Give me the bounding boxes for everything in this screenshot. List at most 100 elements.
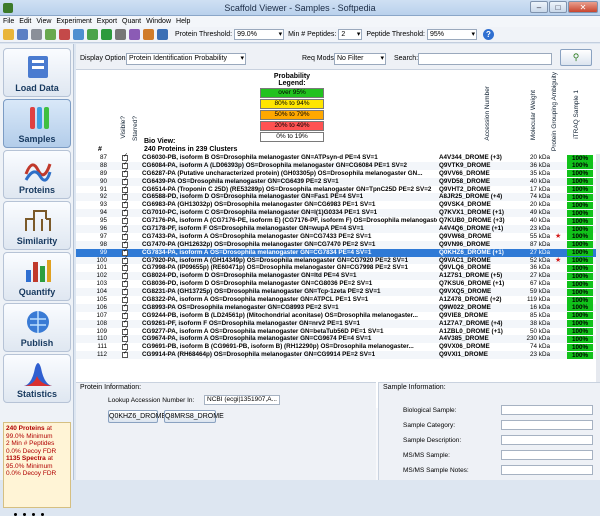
table-row[interactable]: 89 CG6287-PA (Putative uncharacterized pr… [76,169,596,178]
nav-quantify[interactable]: Quantify [3,252,71,301]
protein-threshold-select[interactable]: 99.0% [234,29,285,40]
menu-edit[interactable]: Edit [19,18,31,25]
req-mods-select[interactable]: No Filter [334,53,386,65]
protein-icon[interactable] [143,29,154,40]
accession-number: A4V4Q6_DROME (+1) [439,225,504,233]
molecular-weight-column-header[interactable]: Molecular Weight [530,90,537,140]
table-row[interactable]: 100 CG7920-PA, isoform A (GH14349p) OS=Dr… [76,256,596,265]
accession-number: Q9VXQ5_DROME [439,288,492,296]
maximize-button[interactable]: □ [549,1,567,13]
probability-cell: 100% [567,351,593,359]
menu-window[interactable]: Window [146,18,171,25]
table-row[interactable]: 94 CG7010-PC, isoform C OS=Drosophila mel… [76,208,596,218]
display-options-select[interactable]: Protein Identification Probability [126,53,246,65]
accession-button[interactable]: Q0KHZ6_DROME [108,410,166,423]
accession-column-header[interactable]: Accession Number [484,86,491,141]
nav-similarity[interactable]: Similarity [3,201,71,250]
accession-number: Q9VTK9_DROME [439,161,491,169]
table-row[interactable]: 107 CG9244-PB, isoform B (LD24561p) (Mito… [76,311,596,320]
menu-view[interactable]: View [36,18,51,25]
search-button[interactable]: ⚲ [560,49,592,66]
save-icon[interactable] [17,29,28,40]
table-row[interactable]: 112 CG9914-PA (RH68464p) OS=Drosophila me… [76,350,596,360]
table-row[interactable]: 109 CG9277-PA, isoform A OS=Drosophila me… [76,327,596,336]
menu-file[interactable]: File [3,18,14,25]
menu-quant[interactable]: Quant [122,18,141,25]
sample-category-field[interactable] [501,420,593,430]
msms-notes-field[interactable] [501,465,593,475]
sample-column-header[interactable]: iTRAQ Sample 1 [573,90,580,139]
table-row[interactable]: 111 CG9691-PB, isoform B (CG9691-PB, isof… [76,342,596,351]
table-row[interactable]: 93 CG6983-PA (GH13032p) OS=Drosophila mel… [76,200,596,209]
table-row[interactable]: 88 CG6084-PA, isoform A (LD06393p) OS=Dro… [76,161,596,170]
table-row[interactable]: 105 CG8322-PA, isoform A OS=Drosophila me… [76,295,596,304]
ambiguity-column-header[interactable]: Protein Grouping Ambiguity [551,72,558,151]
protein-info-title: Protein Information: [80,384,142,391]
window-title: Scaffold Viewer - Samples - Softpedia [224,3,376,13]
table-row[interactable]: 97 CG7433-PA, isoform A OS=Drosophila mel… [76,232,596,241]
chart-icon[interactable] [59,29,70,40]
export-icon[interactable] [45,29,56,40]
table-row[interactable]: 95 CG7176-PA, isoform A (CG7176-PE, isofo… [76,216,596,225]
table-row[interactable]: 96 CG7178-PF, isoform F OS=Drosophila mel… [76,224,596,233]
accession-button[interactable]: Q8MRS8_DROME [164,410,224,423]
starred-column-header[interactable]: Starred? [132,116,139,141]
sample-description-field[interactable] [501,435,593,445]
biological-sample-field[interactable] [501,405,593,415]
publish-icon [27,311,49,333]
row-number: 87 [99,154,107,161]
table-row[interactable]: 90 CG6439-PA OS=Drosophila melanogaster G… [76,177,596,186]
row-number-header[interactable]: # [98,146,102,153]
stats-line: 99.0% Minimum [6,432,53,440]
menu-export[interactable]: Export [97,18,117,25]
list-icon[interactable] [87,29,98,40]
visible-column-header[interactable]: Visible? [120,116,127,139]
msms-sample-field[interactable] [501,450,593,460]
table-row[interactable]: 106 CG8993-PA OS=Drosophila melanogaster … [76,303,596,312]
probability-cell: 100% [567,225,593,233]
fdr-icon[interactable] [101,29,112,40]
probability-cell: 100% [567,170,593,178]
row-number: 89 [99,169,107,177]
table-row[interactable]: 102 CG8024-PD, isoform D OS=Drosophila me… [76,271,596,281]
table-row[interactable]: 92 CG6588-PD, isoform D OS=Drosophila mel… [76,192,596,202]
nav-publish[interactable]: Publish [3,303,71,352]
help-icon[interactable]: ? [482,29,494,40]
table-row[interactable]: 99 CG7834-PA, isoform A OS=Drosophila mel… [76,248,596,257]
table-row[interactable]: 104 CG8231-PA (GH13725p) OS=Drosophila me… [76,287,596,297]
table-row[interactable]: 87 CG6030-PB, isoform B OS=Drosophila mel… [76,153,596,162]
nav-samples[interactable]: Samples [3,99,71,148]
nav-statistics[interactable]: Statistics [3,354,71,403]
bio-view-header[interactable]: Bio View: 240 Proteins in 239 Clusters [144,138,237,153]
grid-icon[interactable] [73,29,84,40]
vertical-scrollbar[interactable] [596,154,600,408]
print-icon[interactable] [31,29,42,40]
table-row[interactable]: 108 CG9261-PF, isoform F OS=Drosophila me… [76,319,596,328]
table-row[interactable]: 98 CG7470-PA (GH12632p) OS=Drosophila mel… [76,240,596,249]
nav-load-data[interactable]: Load Data [3,48,71,97]
close-button[interactable]: ✕ [568,1,598,13]
menu-help[interactable]: Help [176,18,190,25]
molecular-weight: 52 kDa [530,256,550,264]
search-input[interactable] [418,53,552,65]
stats-line: 0.0% Decoy FDR [6,470,57,477]
nav-proteins[interactable]: Proteins [3,150,71,199]
row-number: 90 [99,177,107,185]
table-row[interactable]: 91 CG6514-PA (Troponin C 25D) (RE53289p) … [76,185,596,194]
menu-experiment[interactable]: Experiment [56,18,91,25]
table-row[interactable]: 103 CG8036-PD, isoform D OS=Drosophila me… [76,279,596,288]
min-peptides-select[interactable]: 2 [338,29,363,40]
protein-description: CG6084-PA, isoform A (LD06393p) OS=Droso… [142,161,408,169]
folder-open-icon[interactable] [3,29,14,40]
sort-icon[interactable] [129,29,140,40]
cluster-icon[interactable] [157,29,168,40]
visible-checkbox[interactable] [122,350,128,359]
peptide-threshold-select[interactable]: 95% [426,29,477,40]
table-row[interactable]: 110 CG9674-PA, isoform A OS=Drosophila me… [76,334,596,344]
filter-icon[interactable] [115,29,126,40]
minimize-button[interactable]: – [530,1,548,13]
lookup-select[interactable]: NCBI (ecgi|1351907,A... [204,395,280,405]
protein-description: CG8231-PA (GH13725p) OS=Drosophila melan… [142,288,381,296]
table-row[interactable]: 101 CG7998-PA (IP09655p) (RE60471p) OS=Dr… [76,263,596,272]
msms-notes-label: MS/MS Sample Notes: [403,467,469,474]
